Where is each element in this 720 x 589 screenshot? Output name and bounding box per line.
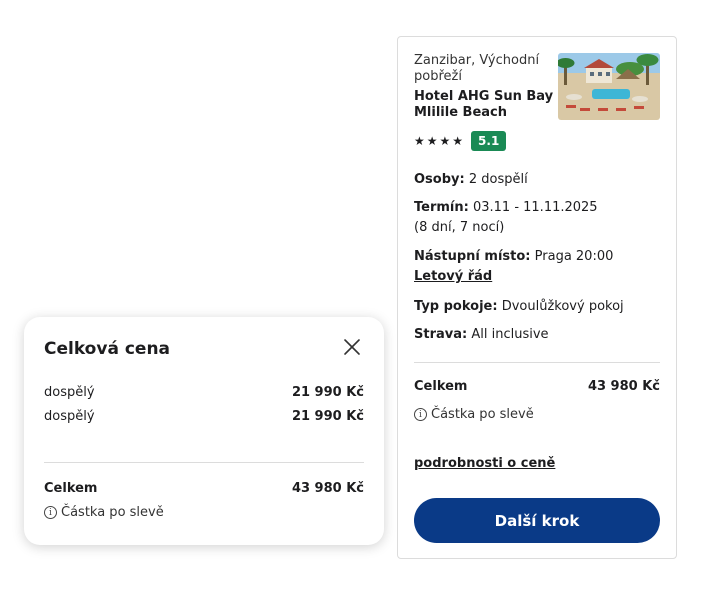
price-line-amount: 21 990 Kč — [291, 385, 364, 400]
board-value: All inclusive — [471, 327, 549, 342]
departure-value: Praga 20:00 — [534, 249, 614, 264]
persons-value: 2 dospělí — [468, 172, 528, 187]
room-label: Typ pokoje: — [414, 299, 498, 314]
popover-total-value: 43 980 Kč — [291, 481, 364, 496]
term-duration: (8 dní, 7 nocí) — [414, 220, 505, 235]
summary-total-label: Celkem — [414, 379, 468, 394]
summary-total-value: 43 980 Kč — [587, 379, 660, 394]
hotel-photo[interactable] — [558, 53, 660, 120]
board-label: Strava: — [414, 327, 468, 342]
summary-divider — [414, 362, 660, 363]
room-row: Typ pokoje: Dvoulůžkový pokoj — [414, 297, 664, 317]
hotel-name[interactable]: Hotel AHG Sun Bay Mlilile Beach — [414, 89, 554, 121]
next-step-button[interactable]: Další krok — [414, 498, 660, 543]
term-value: 03.11 - 11.11.2025 — [472, 200, 598, 215]
popover-discount-note: i Částka po slevě — [44, 505, 164, 520]
summary-total-row: Celkem 43 980 Kč — [414, 379, 660, 394]
booking-summary-card: Zanzibar, Východní pobřeží Hotel AHG Sun… — [397, 36, 677, 559]
summary-discount-note: i Částka po slevě — [414, 407, 534, 422]
popover-divider — [44, 462, 364, 463]
summary-discount-text: Částka po slevě — [431, 407, 534, 422]
close-icon[interactable] — [342, 337, 362, 357]
popover-discount-text: Částka po slevě — [61, 505, 164, 520]
hotel-heading: Zanzibar, Východní pobřeží Hotel AHG Sun… — [414, 53, 554, 121]
price-line: dospělý 21 990 Kč — [44, 385, 364, 400]
departure-row: Nástupní místo: Praga 20:00 Letový řád — [414, 247, 664, 287]
persons-label: Osoby: — [414, 172, 465, 187]
flight-schedule-link[interactable]: Letový řád — [414, 269, 492, 284]
popover-total-row: Celkem 43 980 Kč — [44, 481, 364, 496]
room-value: Dvoulůžkový pokoj — [501, 299, 624, 314]
popover-total-label: Celkem — [44, 481, 98, 496]
total-price-popover: Celková cena dospělý 21 990 Kč dospělý 2… — [24, 317, 384, 545]
star-rating: ★★★★ — [414, 134, 466, 148]
term-row: Termín: 03.11 - 11.11.2025 (8 dní, 7 noc… — [414, 198, 664, 238]
price-line: dospělý 21 990 Kč — [44, 409, 364, 424]
info-icon[interactable]: i — [44, 506, 57, 519]
board-row: Strava: All inclusive — [414, 325, 664, 345]
price-details-link[interactable]: podrobnosti o ceně — [414, 456, 555, 471]
hotel-location: Zanzibar, Východní pobřeží — [414, 53, 540, 84]
price-line-label: dospělý — [44, 385, 95, 400]
popover-title: Celková cena — [44, 339, 171, 359]
term-label: Termín: — [414, 200, 469, 215]
price-line-label: dospělý — [44, 409, 95, 424]
rating-row: ★★★★ 5.1 — [414, 131, 507, 151]
price-line-amount: 21 990 Kč — [291, 409, 364, 424]
price-details-row: podrobnosti o ceně — [414, 454, 664, 474]
persons-row: Osoby: 2 dospělí — [414, 170, 664, 190]
score-badge: 5.1 — [471, 131, 507, 151]
departure-label: Nástupní místo: — [414, 249, 531, 264]
info-icon[interactable]: i — [414, 408, 427, 421]
